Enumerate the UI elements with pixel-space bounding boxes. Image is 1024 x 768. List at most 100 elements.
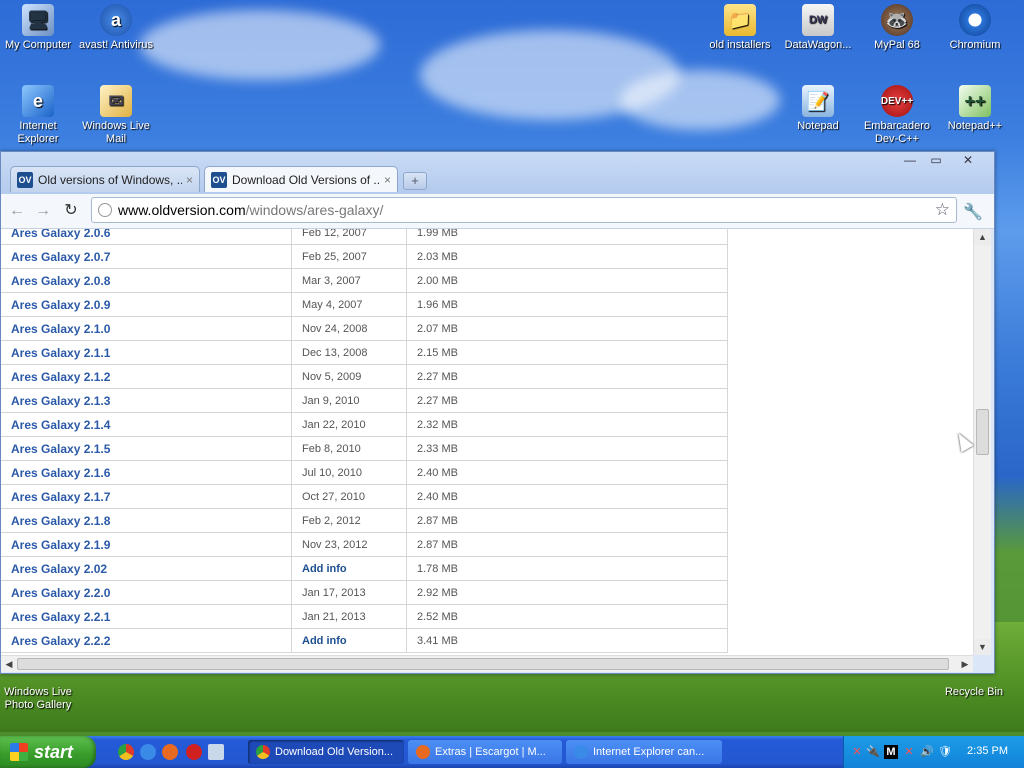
desktop-icon-label: My Computer bbox=[4, 39, 72, 51]
version-link[interactable]: Ares Galaxy 2.1.2 bbox=[11, 370, 110, 384]
release-date: May 4, 2007 bbox=[302, 298, 363, 311]
browser-window: OV Old versions of Windows, ... × OV Dow… bbox=[0, 151, 995, 674]
version-link[interactable]: Ares Galaxy 2.0.8 bbox=[11, 274, 110, 288]
release-date: Feb 25, 2007 bbox=[302, 250, 367, 263]
version-link[interactable]: Ares Galaxy 2.1.4 bbox=[11, 418, 110, 432]
version-name-cell: Ares Galaxy 2.1.7 bbox=[1, 484, 292, 509]
reload-button[interactable]: ↻ bbox=[61, 201, 81, 221]
ie-quicklaunch-icon[interactable] bbox=[140, 744, 156, 760]
version-link[interactable]: Ares Galaxy 2.1.1 bbox=[11, 346, 110, 360]
scroll-up-button[interactable]: ▲ bbox=[974, 229, 991, 245]
version-link[interactable]: Ares Galaxy 2.1.3 bbox=[11, 394, 110, 408]
version-name-cell: Ares Galaxy 2.2.2 bbox=[1, 628, 292, 653]
wrench-menu-icon[interactable]: 🔧 bbox=[963, 202, 983, 222]
scroll-down-button[interactable]: ▼ bbox=[974, 639, 991, 655]
desktop-icon-old-installers[interactable]: 📁 old installers bbox=[700, 4, 780, 52]
maximize-button[interactable]: ▭ bbox=[924, 154, 948, 168]
vertical-scrollbar[interactable]: ▲ ▼ bbox=[973, 229, 991, 655]
document-icon: DW bbox=[802, 4, 834, 36]
table-row: Ares Galaxy 2.2.0 Jan 17, 2013 2.92 MB bbox=[1, 580, 728, 605]
page-info-icon[interactable] bbox=[98, 203, 112, 217]
table-row: Ares Galaxy 2.1.5 Feb 8, 2010 2.33 MB bbox=[1, 436, 728, 461]
version-link[interactable]: Ares Galaxy 2.1.9 bbox=[11, 538, 110, 552]
volume-icon[interactable]: 🔊 bbox=[920, 745, 934, 759]
version-name-cell: Ares Galaxy 2.0.6 bbox=[1, 229, 292, 245]
release-date: Nov 5, 2009 bbox=[302, 370, 362, 383]
messenger-icon[interactable]: M bbox=[884, 745, 898, 759]
desktop-icon-dev-cpp[interactable]: DEV++ Embarcadero Dev-C++ bbox=[857, 85, 937, 146]
add-info-link[interactable]: Add info bbox=[302, 563, 347, 575]
version-link[interactable]: Ares Galaxy 2.1.7 bbox=[11, 490, 110, 504]
windows-flag-icon bbox=[10, 743, 28, 761]
minimize-button[interactable]: — bbox=[898, 154, 922, 168]
desktop-icon-label: MyPal 68 bbox=[874, 39, 920, 51]
tab-close-icon[interactable]: × bbox=[186, 173, 193, 187]
table-row: Ares Galaxy 2.1.6 Jul 10, 2010 2.40 MB bbox=[1, 460, 728, 485]
tab-download-old-versions[interactable]: OV Download Old Versions of ... × bbox=[204, 166, 398, 192]
version-link[interactable]: Ares Galaxy 2.1.8 bbox=[11, 514, 110, 528]
taskbar-item-firefox[interactable]: Extras | Escargot | M... bbox=[408, 740, 562, 764]
tab-close-icon[interactable]: × bbox=[384, 173, 391, 187]
taskbar-item-chrome[interactable]: Download Old Version... bbox=[248, 740, 404, 764]
desktop-icon-mypal[interactable]: 🦝 MyPal 68 bbox=[857, 4, 937, 52]
add-info-link[interactable]: Add info bbox=[302, 635, 347, 647]
vertical-scroll-thumb[interactable] bbox=[976, 409, 989, 455]
horizontal-scroll-thumb[interactable] bbox=[17, 658, 949, 670]
version-name-cell: Ares Galaxy 2.1.2 bbox=[1, 364, 292, 389]
version-link[interactable]: Ares Galaxy 2.2.2 bbox=[11, 634, 110, 648]
new-tab-button[interactable]: + bbox=[403, 172, 427, 190]
file-size-cell: 2.15 MB bbox=[406, 340, 728, 365]
desktop-icon-datawagon[interactable]: DW DataWagon... bbox=[778, 4, 858, 52]
table-row: Ares Galaxy 2.0.6 Feb 12, 2007 1.99 MB bbox=[1, 229, 728, 245]
chrome-quicklaunch-icon[interactable] bbox=[118, 744, 134, 760]
file-size: 2.52 MB bbox=[417, 610, 458, 623]
desktop-icon-my-computer[interactable]: 🖥 My Computer bbox=[0, 4, 78, 52]
desktop-icon-windows-live-mail[interactable]: ✉ Windows Live Mail bbox=[76, 85, 156, 146]
notepad-quicklaunch-icon[interactable] bbox=[208, 744, 224, 760]
tab-old-versions-of-windows[interactable]: OV Old versions of Windows, ... × bbox=[10, 166, 200, 192]
scroll-right-button[interactable]: ▶ bbox=[957, 656, 973, 672]
desktop-icon-chromium[interactable]: Chromium bbox=[935, 4, 1015, 52]
taskbar-item-internet-explorer[interactable]: Internet Explorer can... bbox=[566, 740, 722, 764]
version-link[interactable]: Ares Galaxy 2.02 bbox=[11, 562, 107, 576]
version-name-cell: Ares Galaxy 2.1.9 bbox=[1, 532, 292, 557]
desktop-icon-avast[interactable]: a avast! Antivirus bbox=[76, 4, 156, 52]
scroll-left-button[interactable]: ◀ bbox=[1, 656, 17, 672]
forward-button[interactable]: → bbox=[33, 201, 53, 221]
version-link[interactable]: Ares Galaxy 2.0.7 bbox=[11, 250, 110, 264]
security-shield-icon[interactable]: 🛡 bbox=[938, 745, 952, 759]
firefox-quicklaunch-icon[interactable] bbox=[162, 744, 178, 760]
start-button[interactable]: start bbox=[0, 736, 96, 768]
close-window-button[interactable]: ✕ bbox=[956, 154, 980, 168]
desktop-icon-notepad[interactable]: 📝 Notepad bbox=[778, 85, 858, 133]
version-link[interactable]: Ares Galaxy 2.2.0 bbox=[11, 586, 110, 600]
address-bar[interactable]: www.oldversion.com /windows/ares-galaxy/… bbox=[91, 197, 957, 223]
table-row: Ares Galaxy 2.1.0 Nov 24, 2008 2.07 MB bbox=[1, 316, 728, 341]
cloud bbox=[620, 70, 780, 130]
internet-explorer-icon: e bbox=[22, 85, 54, 117]
plug-icon[interactable]: 🔌 bbox=[866, 745, 880, 759]
network-error-icon[interactable]: ✕ bbox=[902, 745, 916, 759]
version-link[interactable]: Ares Galaxy 2.0.9 bbox=[11, 298, 110, 312]
version-link[interactable]: Ares Galaxy 2.1.0 bbox=[11, 322, 110, 336]
bookmark-star-icon[interactable]: ☆ bbox=[935, 200, 950, 220]
network-disconnected-icon[interactable]: ✕ bbox=[850, 745, 864, 759]
version-link[interactable]: Ares Galaxy 2.2.1 bbox=[11, 610, 110, 624]
back-button[interactable]: ← bbox=[7, 201, 27, 221]
desktop-icon-recycle-bin[interactable]: Recycle Bin bbox=[934, 686, 1014, 699]
opera-quicklaunch-icon[interactable] bbox=[186, 744, 202, 760]
desktop-icon-notepad-plus-plus[interactable]: ++ Notepad++ bbox=[935, 85, 1015, 133]
file-size: 3.41 MB bbox=[417, 634, 458, 647]
release-date-cell: Feb 12, 2007 bbox=[291, 229, 407, 245]
release-date-cell: Jan 22, 2010 bbox=[291, 412, 407, 437]
release-date-cell: Add info bbox=[291, 556, 407, 581]
horizontal-scrollbar[interactable]: ◀ ▶ bbox=[1, 655, 973, 672]
version-link[interactable]: Ares Galaxy 2.1.5 bbox=[11, 442, 110, 456]
version-link[interactable]: Ares Galaxy 2.1.6 bbox=[11, 466, 110, 480]
version-name-cell: Ares Galaxy 2.1.6 bbox=[1, 460, 292, 485]
table-row: Ares Galaxy 2.1.9 Nov 23, 2012 2.87 MB bbox=[1, 532, 728, 557]
release-date-cell: May 4, 2007 bbox=[291, 292, 407, 317]
desktop-icon-internet-explorer[interactable]: e Internet Explorer bbox=[0, 85, 78, 146]
version-link[interactable]: Ares Galaxy 2.0.6 bbox=[11, 229, 110, 240]
desktop-icon-windows-live-photo-gallery[interactable]: Windows Live Photo Gallery bbox=[0, 686, 78, 712]
